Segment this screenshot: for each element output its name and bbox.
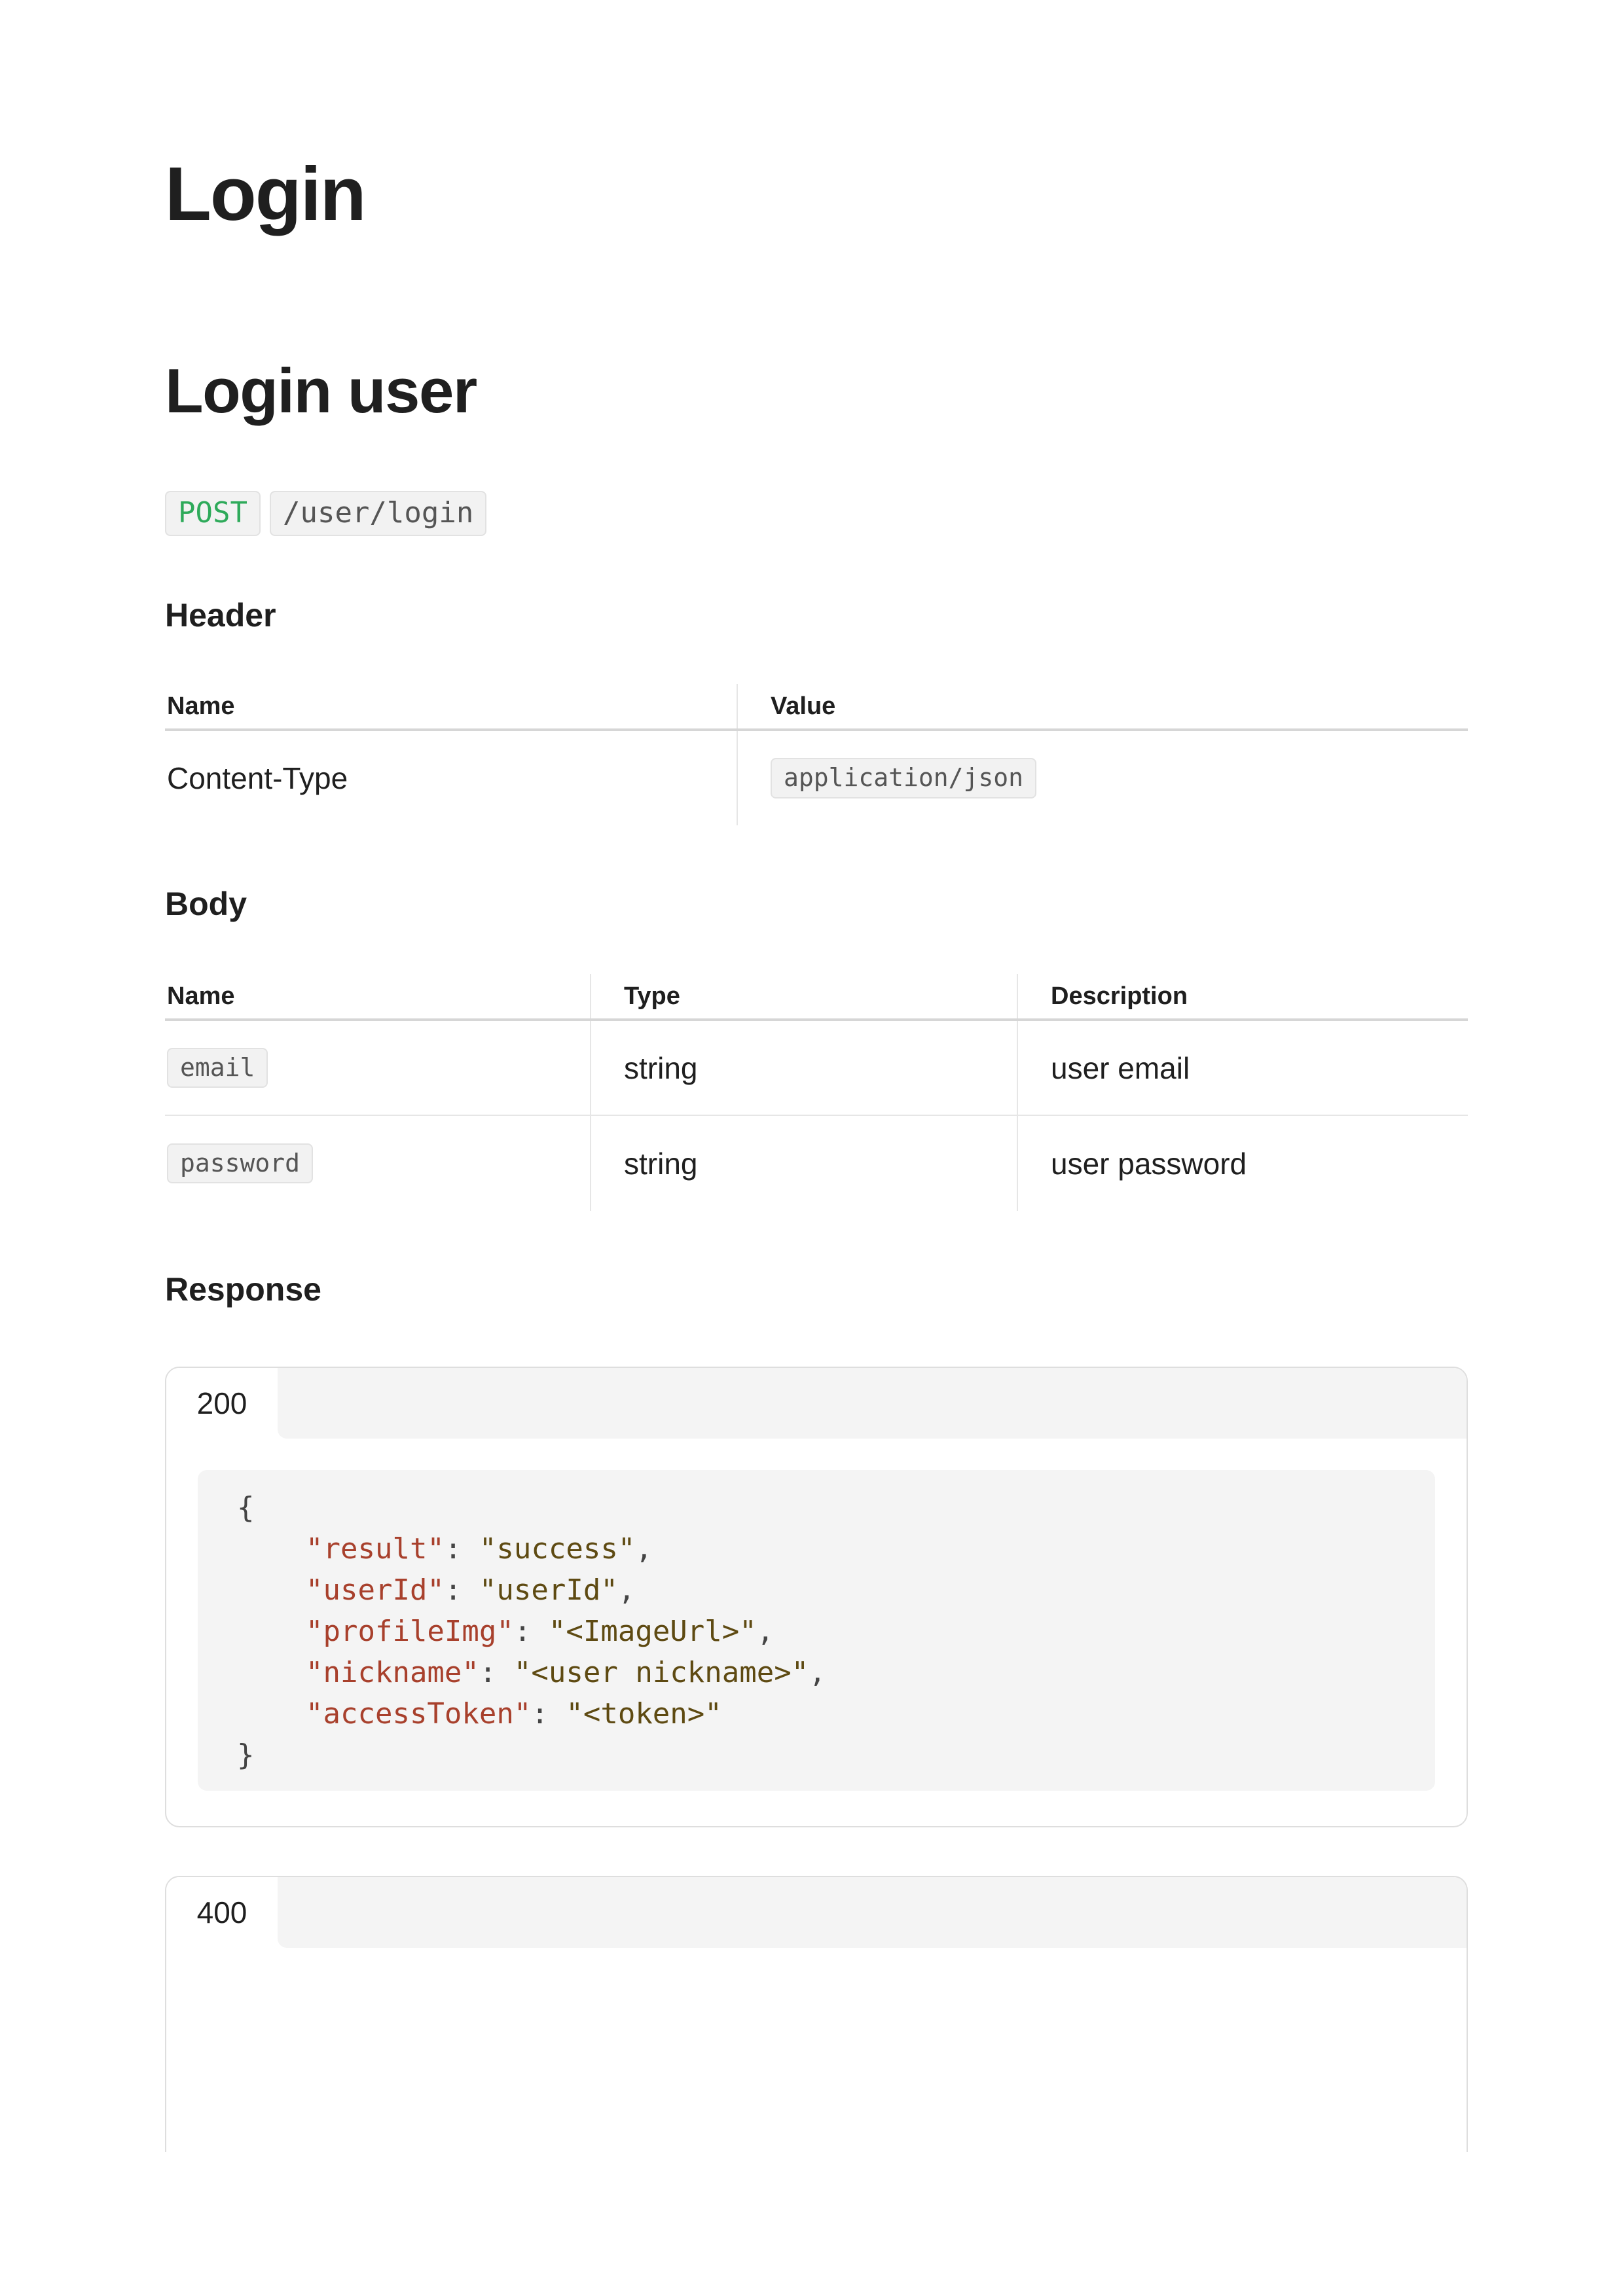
- json-key: "accessToken": [306, 1697, 532, 1731]
- response-400-panel: 400: [165, 1876, 1468, 2152]
- code-line: "result": "success",: [306, 1532, 653, 1566]
- response-section-title: Response: [165, 1271, 321, 1308]
- column-header: Name: [165, 684, 737, 731]
- param-description-cell: user email: [1017, 1020, 1468, 1116]
- json-trail: ,: [617, 1573, 636, 1607]
- column-header: Description: [1017, 974, 1468, 1021]
- param-name-cell: password: [165, 1115, 591, 1211]
- json-value: "<user nickname>": [513, 1656, 809, 1689]
- body-section-title: Body: [165, 886, 247, 922]
- table-row: Content-Type application/json: [165, 730, 1468, 825]
- body-table: Name Type Description email string user …: [165, 974, 1468, 1211]
- table-row: password string user password: [165, 1115, 1468, 1211]
- tab-bar-fill: [278, 1368, 1467, 1439]
- param-description-cell: user password: [1017, 1115, 1468, 1211]
- json-value: "userId": [479, 1573, 618, 1607]
- header-value-code: application/json: [771, 758, 1037, 798]
- json-value: "success": [479, 1532, 636, 1566]
- column-header: Value: [737, 684, 1468, 731]
- code-line: }: [237, 1734, 1435, 1776]
- param-type-cell: string: [590, 1115, 1017, 1211]
- endpoint-path: /user/login: [269, 491, 487, 536]
- response-code-block: { "result": "success", "userId": "userId",…: [198, 1470, 1435, 1791]
- response-tab-bar: 400: [166, 1877, 1467, 1948]
- param-name-code: email: [167, 1047, 268, 1088]
- header-section-title: Header: [165, 597, 276, 634]
- brace-close: }: [237, 1738, 255, 1772]
- json-trail: ,: [635, 1532, 653, 1566]
- brace-open: {: [237, 1491, 255, 1524]
- header-table: Name Value Content-Type application/json: [165, 684, 1468, 825]
- status-tab-200[interactable]: 200: [166, 1368, 278, 1439]
- param-name-cell: email: [165, 1020, 591, 1116]
- code-line: "userId": "userId",: [306, 1573, 636, 1607]
- table-header-row: Name Type Description: [165, 974, 1468, 1021]
- param-name-code: password: [167, 1143, 314, 1184]
- json-key: "profileImg": [306, 1615, 514, 1648]
- json-key: "result": [306, 1532, 445, 1566]
- table-row: email string user email: [165, 1020, 1468, 1116]
- document-title: Login: [165, 151, 367, 236]
- json-key: "nickname": [306, 1656, 479, 1689]
- http-method-badge: POST: [165, 491, 261, 536]
- header-value-cell: application/json: [737, 730, 1468, 825]
- code-line: "accessToken": "<token>": [306, 1697, 722, 1731]
- endpoint-line: POST /user/login: [165, 491, 487, 536]
- json-trail: ,: [809, 1656, 826, 1689]
- column-header: Type: [590, 974, 1017, 1021]
- tab-bar-fill: [278, 1877, 1467, 1948]
- json-trail: ,: [756, 1615, 775, 1648]
- json-key: "userId": [306, 1573, 445, 1607]
- endpoint-title: Login user: [165, 356, 477, 426]
- json-value: "<ImageUrl>": [548, 1615, 757, 1648]
- code-line: "nickname": "<user nickname>",: [306, 1656, 826, 1689]
- table-header-row: Name Value: [165, 684, 1468, 731]
- code-line: {: [237, 1487, 1435, 1528]
- header-name-cell: Content-Type: [167, 761, 348, 795]
- column-header: Name: [165, 974, 591, 1021]
- status-tab-400[interactable]: 400: [166, 1877, 278, 1948]
- param-type-cell: string: [590, 1020, 1017, 1116]
- response-200-panel: 200 { "result": "success", "userId": "user…: [165, 1367, 1468, 1827]
- json-value: "<token>": [566, 1697, 722, 1731]
- response-tab-bar: 200: [166, 1368, 1467, 1439]
- code-line: "profileImg": "<ImageUrl>",: [306, 1615, 775, 1648]
